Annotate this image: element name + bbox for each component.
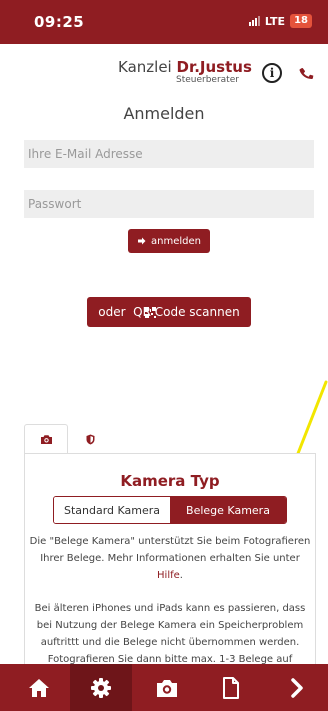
status-indicators: LTE 18 bbox=[248, 14, 312, 28]
qr-scan-button[interactable]: oder QR Code scannen bbox=[87, 297, 251, 327]
belege-camera-option[interactable]: Belege Kamera bbox=[170, 497, 286, 523]
brand-subtitle: Steuerberater bbox=[176, 75, 239, 85]
nav-home[interactable] bbox=[8, 664, 70, 711]
status-time: 09:25 bbox=[34, 13, 85, 31]
help-link[interactable]: Hilfe bbox=[157, 570, 180, 581]
settings-tabs bbox=[24, 424, 314, 454]
camera-type-title: Kamera Typ bbox=[120, 472, 220, 490]
battery-icon: 18 bbox=[290, 14, 312, 28]
camera-type-panel: Kamera Typ Standard Kamera Belege Kamera… bbox=[24, 453, 316, 682]
nav-document[interactable] bbox=[200, 664, 262, 711]
tab-privacy[interactable] bbox=[68, 424, 112, 454]
info-icon[interactable]: i bbox=[262, 63, 282, 83]
camera-icon bbox=[40, 435, 52, 444]
settings-icon bbox=[91, 677, 111, 698]
qr-code-icon bbox=[145, 307, 156, 318]
camera-info-text: Die "Belege Kamera" unterstützt Sie beim… bbox=[29, 533, 311, 584]
document-icon bbox=[223, 676, 239, 699]
password-input[interactable]: Passwort bbox=[24, 190, 314, 218]
brand-prefix: Kanzlei bbox=[118, 58, 172, 76]
email-input[interactable]: Ihre E-Mail Adresse bbox=[24, 140, 314, 168]
camera-icon bbox=[157, 679, 177, 697]
qr-button-label: oder QR Code scannen bbox=[98, 305, 240, 319]
camera-info-body: Die "Belege Kamera" unterstützt Sie beim… bbox=[29, 536, 311, 564]
brand-logo: Kanzlei Dr.Justus Steuerberater bbox=[118, 58, 252, 85]
brand-name: Dr.Justus bbox=[176, 58, 252, 76]
status-bar: 09:25 LTE 18 bbox=[0, 0, 328, 44]
home-icon bbox=[29, 678, 49, 697]
chevron-right-icon bbox=[291, 677, 303, 698]
period: . bbox=[179, 570, 183, 581]
sign-in-icon bbox=[138, 237, 146, 245]
nav-next[interactable] bbox=[266, 664, 328, 711]
tab-camera[interactable] bbox=[24, 424, 68, 454]
login-button[interactable]: anmelden bbox=[128, 229, 210, 253]
login-button-label: anmelden bbox=[151, 235, 201, 247]
nav-camera[interactable] bbox=[136, 664, 198, 711]
signal-icon bbox=[248, 16, 260, 26]
standard-camera-option[interactable]: Standard Kamera bbox=[54, 497, 170, 523]
phone-icon[interactable] bbox=[297, 63, 317, 83]
nav-settings[interactable] bbox=[70, 664, 132, 711]
camera-type-toggle: Standard Kamera Belege Kamera bbox=[53, 496, 287, 524]
network-label: LTE bbox=[264, 14, 286, 28]
login-title: Anmelden bbox=[123, 104, 205, 123]
bottom-nav bbox=[0, 664, 328, 711]
app-header: Kanzlei Dr.Justus Steuerberater i bbox=[0, 44, 328, 96]
shield-icon bbox=[86, 434, 94, 444]
